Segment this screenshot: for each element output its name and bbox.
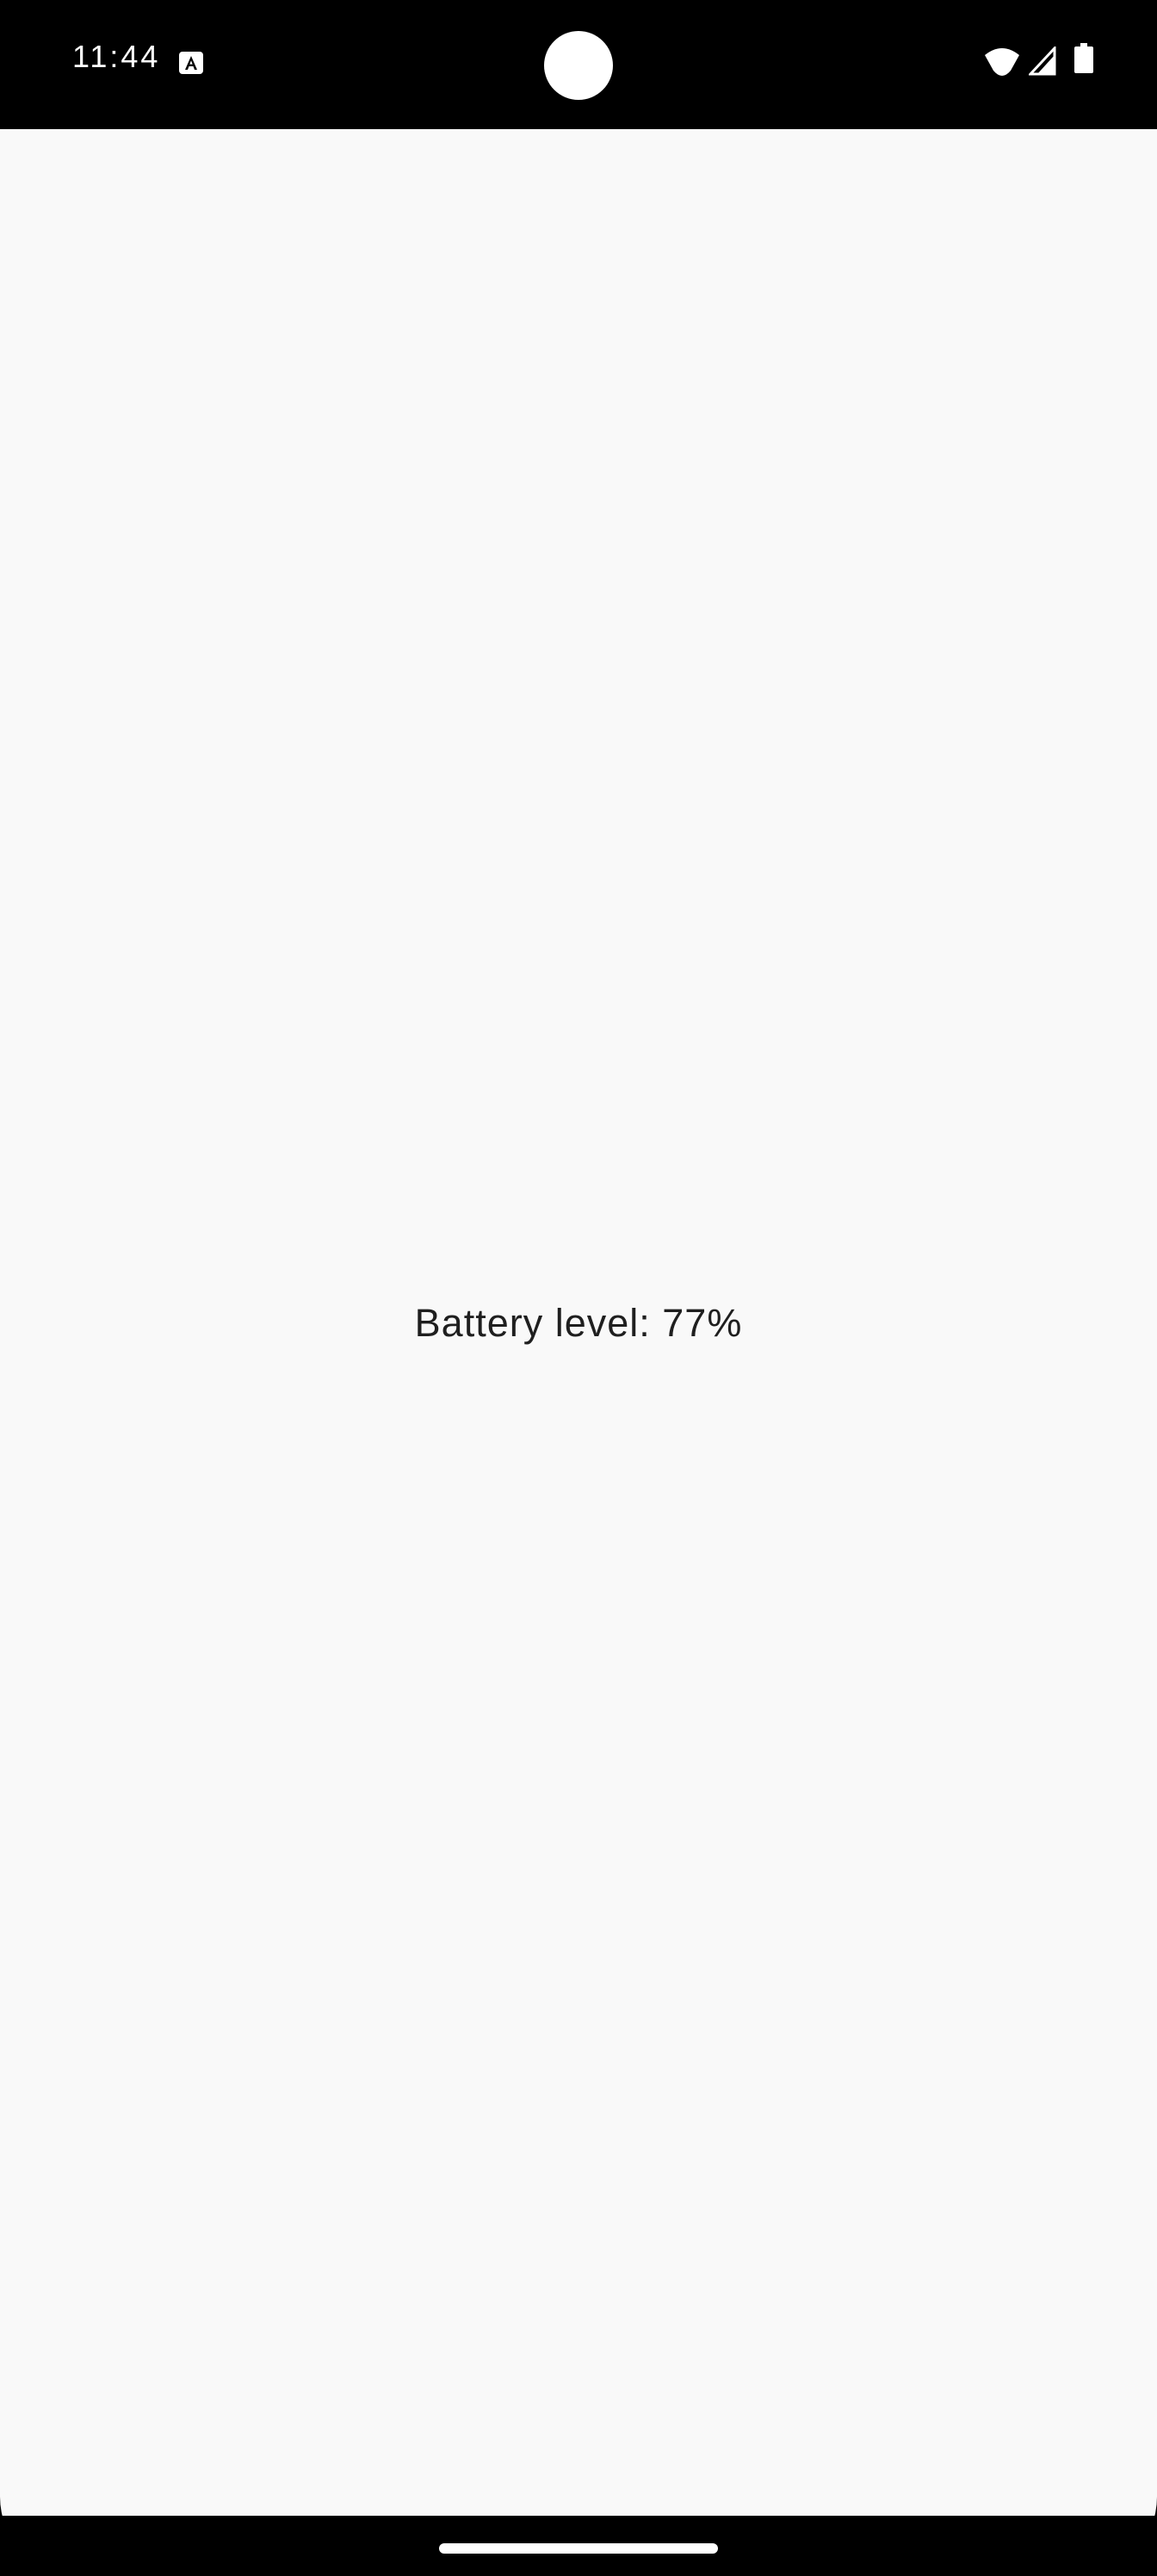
phone-screen: 11:44 Battery level: 77% <box>0 0 1157 2576</box>
home-indicator[interactable] <box>439 2543 718 2554</box>
navigation-bar <box>0 2516 1157 2576</box>
wifi-icon <box>985 48 1019 76</box>
battery-level-text: Battery level: 77% <box>414 1301 743 1345</box>
app-content: Battery level: 77% <box>0 129 1157 2516</box>
a-icon <box>179 52 203 74</box>
status-time: 11:44 <box>72 39 161 74</box>
camera-cutout <box>544 31 613 100</box>
battery-icon <box>1074 43 1093 73</box>
status-bar: 11:44 <box>0 0 1157 129</box>
cellular-signal-icon <box>1029 46 1056 76</box>
